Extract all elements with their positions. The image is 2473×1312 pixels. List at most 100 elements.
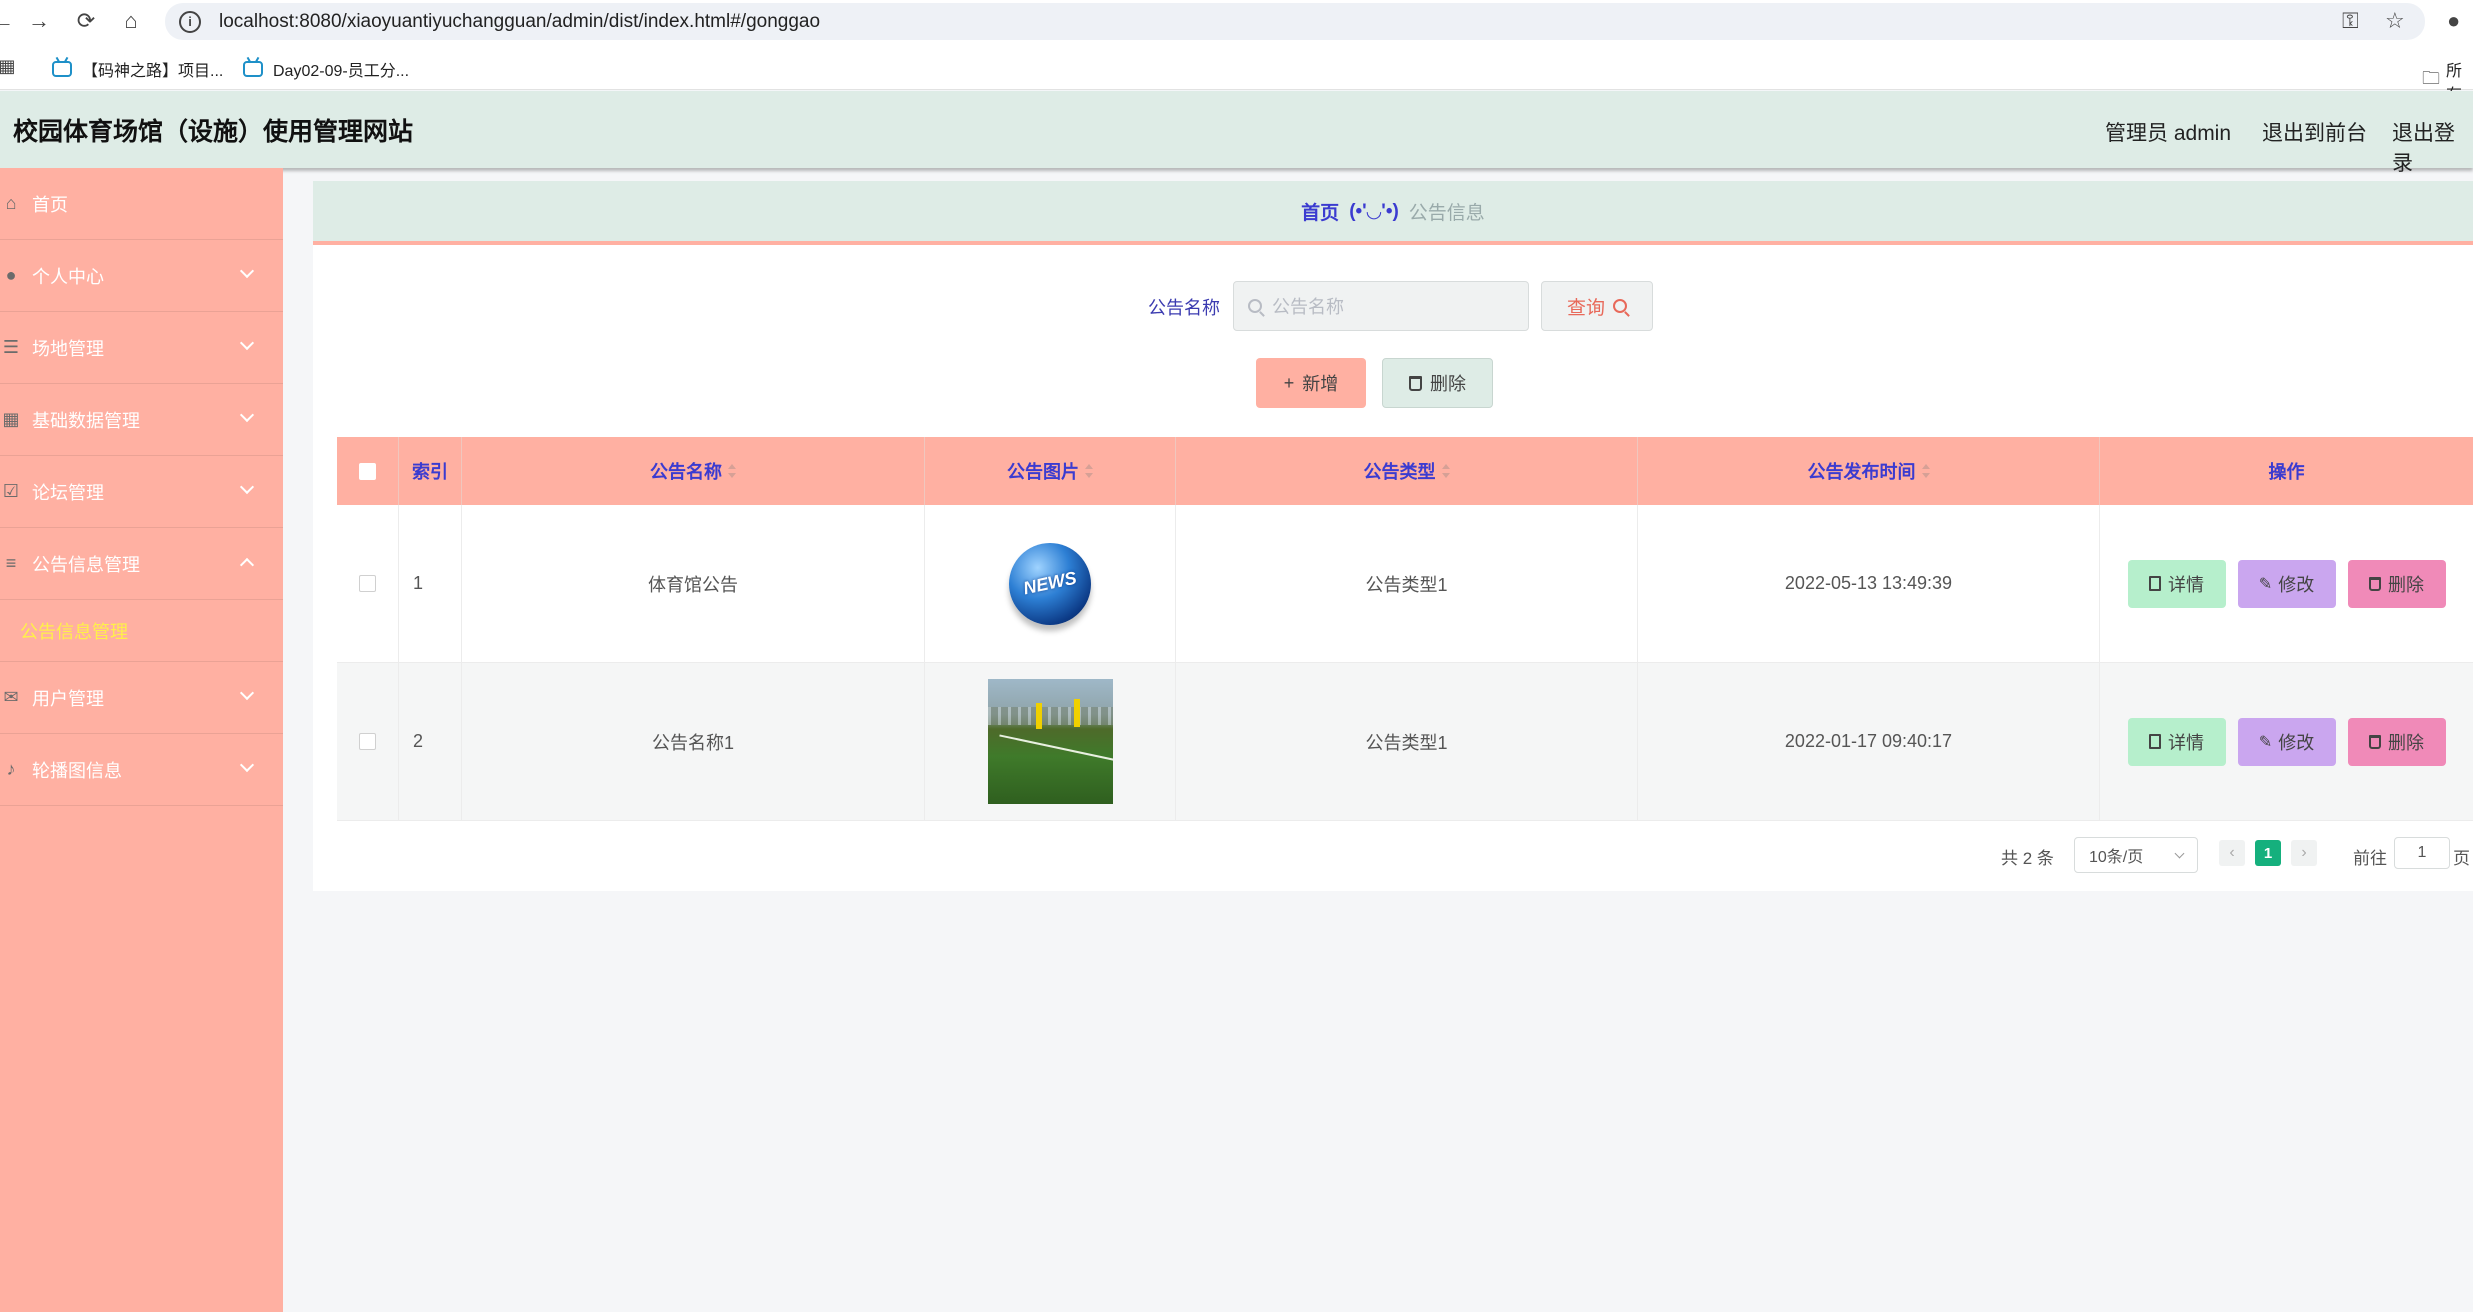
delete-label: 删除 — [2388, 732, 2424, 753]
current-user: 管理员 admin — [2105, 122, 2232, 145]
page-number-current[interactable]: 1 — [2255, 840, 2281, 866]
batch-delete-button[interactable]: 删除 — [1382, 358, 1493, 408]
sidebar-item-basic-data[interactable]: ▦ 基础数据管理 — [0, 384, 283, 456]
sidebar-item-carousel[interactable]: ♪ 轮播图信息 — [0, 734, 283, 806]
column-header-index: 索引 — [399, 437, 462, 505]
row-checkbox[interactable] — [359, 575, 376, 592]
home-icon: ⌂ — [5, 193, 17, 213]
document-icon — [2149, 576, 2161, 591]
news-image-text: NEWS — [1021, 567, 1079, 599]
app-title: 校园体育场馆（设施）使用管理网站 — [13, 117, 414, 146]
delete-button[interactable]: 删除 — [2347, 717, 2446, 766]
edit-label: 修改 — [2278, 732, 2315, 753]
plus-icon: + — [1283, 372, 1295, 393]
image-cell — [925, 663, 1176, 820]
edit-button[interactable]: ✎ 修改 — [2237, 559, 2336, 608]
sidebar-subitem-notice-manage[interactable]: 公告信息管理 — [0, 600, 283, 662]
breadcrumb: 首页 (•'◡'•) 公告信息 — [313, 181, 2473, 245]
list-icon: ☰ — [2, 337, 20, 357]
search-input[interactable]: 公告名称 — [1233, 281, 1529, 331]
page-size-value: 10条/页 — [2089, 849, 2144, 866]
chevron-down-icon — [2174, 848, 2185, 859]
sidebar-item-forum[interactable]: ☑ 论坛管理 — [0, 456, 283, 528]
column-header-name[interactable]: 公告名称 — [462, 437, 925, 505]
name-cell: 公告名称1 — [462, 663, 925, 820]
table-row: 2 公告名称1 公告类型1 2022-01-17 09:40:17 详情 ✎ 修改… — [337, 663, 2473, 821]
column-header-actions: 操作 — [2100, 437, 2473, 505]
url-field[interactable]: i localhost:8080/xiaoyuantiyuchangguan/a… — [165, 3, 2425, 40]
query-button[interactable]: 查询 — [1541, 281, 1653, 331]
exit-to-front-link[interactable]: 退出到前台 — [2262, 117, 2367, 147]
search-icon — [1613, 299, 1627, 313]
chevron-down-icon — [239, 757, 255, 773]
sort-icon[interactable] — [1921, 464, 1930, 478]
sidebar: ⌂ 首页 ● 个人中心 ☰ 场地管理 ▦ 基础数据管理 ☑ 论坛管理 ≡ 公告信… — [0, 168, 283, 1312]
column-header-time[interactable]: 公告发布时间 — [1638, 437, 2100, 505]
logout-link[interactable]: 退出登录 — [2392, 117, 2473, 177]
site-info-icon[interactable]: i — [179, 10, 201, 33]
notice-table: 索引 公告名称 公告图片 公告类型 公告发布时间 操作 1 体育馆公告 NEWS… — [337, 437, 2473, 821]
chevron-up-icon — [239, 557, 255, 573]
document-icon — [2149, 734, 2161, 749]
bookmark-item[interactable]: 【码神之路】项目... — [52, 57, 223, 81]
breadcrumb-current: 公告信息 — [1408, 202, 1485, 224]
edit-icon: ✎ — [2258, 733, 2273, 751]
goto-page-input[interactable]: 1 — [2394, 837, 2450, 869]
football-field-image[interactable] — [987, 679, 1113, 804]
home-icon[interactable]: ⌂ — [118, 8, 144, 34]
add-button[interactable]: + 新增 — [1256, 358, 1366, 408]
row-checkbox[interactable] — [359, 733, 376, 750]
star-icon[interactable]: ☆ — [2385, 8, 2405, 34]
back-arrow-icon[interactable]: ← — [0, 8, 16, 34]
column-header-type[interactable]: 公告类型 — [1176, 437, 1638, 505]
sort-icon[interactable] — [1085, 464, 1093, 478]
detail-button[interactable]: 详情 — [2127, 717, 2226, 766]
apps-icon[interactable]: ▦ — [0, 53, 20, 79]
sidebar-item-venue[interactable]: ☰ 场地管理 — [0, 312, 283, 384]
next-page-button[interactable]: › — [2291, 840, 2317, 866]
forward-arrow-icon[interactable]: → — [26, 8, 52, 34]
type-cell: 公告类型1 — [1176, 663, 1638, 820]
select-all-checkbox[interactable] — [359, 462, 376, 480]
bilibili-icon — [243, 61, 263, 77]
image-detail — [998, 734, 1113, 766]
sort-icon[interactable] — [1441, 464, 1450, 478]
actions-cell: 详情 ✎ 修改 删除 — [2100, 505, 2473, 662]
sidebar-item-notice[interactable]: ≡ 公告信息管理 — [0, 528, 283, 600]
search-icon — [1248, 299, 1262, 313]
news-globe-image[interactable]: NEWS — [1009, 542, 1091, 625]
sidebar-item-label: 论坛管理 — [32, 482, 104, 503]
type-cell: 公告类型1 — [1176, 505, 1638, 662]
column-label: 索引 — [412, 462, 448, 482]
check-icon: ☑ — [2, 481, 20, 501]
chevron-down-icon — [239, 335, 255, 351]
key-icon[interactable]: ⚿ — [2342, 8, 2359, 34]
detail-label: 详情 — [2168, 732, 2204, 753]
chevron-down-icon — [239, 685, 255, 701]
bookmark-label: Day02-09-员工分... — [273, 63, 410, 80]
edit-button[interactable]: ✎ 修改 — [2237, 717, 2336, 766]
delete-button[interactable]: 删除 — [2347, 559, 2446, 608]
trash-icon — [1409, 375, 1422, 391]
chevron-down-icon — [239, 407, 255, 423]
detail-button[interactable]: 详情 — [2127, 559, 2226, 608]
sidebar-item-personal[interactable]: ● 个人中心 — [0, 240, 283, 312]
sort-icon[interactable] — [728, 464, 736, 478]
reload-icon[interactable]: ⟳ — [73, 8, 99, 34]
column-label: 操作 — [2268, 462, 2305, 482]
delete-label: 删除 — [2388, 574, 2424, 595]
delete-button-label: 删除 — [1430, 374, 1466, 394]
actions-cell: 详情 ✎ 修改 删除 — [2100, 663, 2473, 820]
edit-icon: ✎ — [2258, 575, 2273, 593]
prev-page-button[interactable]: ‹ — [2219, 840, 2245, 866]
breadcrumb-home[interactable]: 首页 — [1301, 198, 1339, 225]
sidebar-item-home[interactable]: ⌂ 首页 — [0, 168, 283, 240]
column-label: 公告名称 — [650, 462, 722, 482]
sidebar-item-label: 个人中心 — [32, 266, 104, 287]
bookmark-item[interactable]: Day02-09-员工分... — [243, 57, 409, 81]
column-header-image[interactable]: 公告图片 — [925, 437, 1176, 505]
sidebar-item-users[interactable]: ✉ 用户管理 — [0, 662, 283, 734]
profile-icon[interactable]: ● — [2447, 8, 2460, 34]
page-size-select[interactable]: 10条/页 — [2074, 837, 2198, 873]
table-row: 1 体育馆公告 NEWS 公告类型1 2022-05-13 13:49:39 详… — [337, 505, 2473, 663]
